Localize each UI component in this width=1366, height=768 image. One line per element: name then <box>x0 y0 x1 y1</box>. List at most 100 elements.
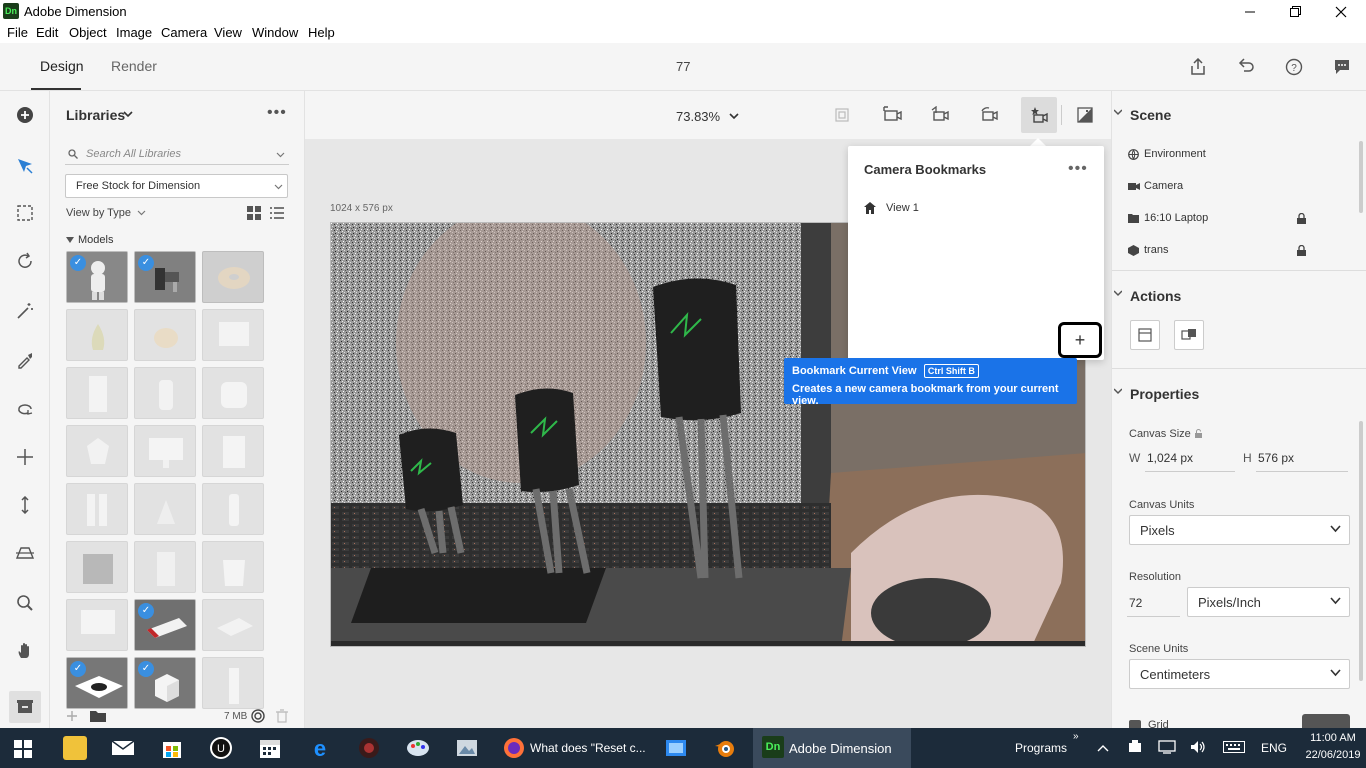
scene-units-select[interactable]: Centimeters <box>1129 659 1350 689</box>
chevron-down-icon[interactable] <box>729 113 739 120</box>
scene-item-environment[interactable]: Environment <box>1128 147 1308 163</box>
rotate-camera-icon[interactable] <box>13 397 37 421</box>
undo-icon[interactable] <box>1234 55 1258 79</box>
calendar-icon[interactable] <box>258 736 282 760</box>
model-thumbnail[interactable] <box>202 483 264 535</box>
firefox-icon[interactable] <box>502 736 526 760</box>
model-thumbnail[interactable]: ✓ <box>134 657 196 709</box>
help-icon[interactable]: ? <box>1282 55 1306 79</box>
model-thumbnail[interactable] <box>134 541 196 593</box>
image-viewer-icon[interactable] <box>455 736 479 760</box>
menu-view[interactable]: View <box>214 25 242 40</box>
programs-toolbar[interactable]: Programs <box>1015 741 1067 755</box>
caret-down-icon[interactable] <box>66 237 74 244</box>
scene-item-camera[interactable]: Camera <box>1128 179 1308 195</box>
model-thumbnail[interactable]: ✓ <box>134 251 196 303</box>
grid-toggle[interactable] <box>1302 714 1350 728</box>
menu-image[interactable]: Image <box>116 25 152 40</box>
model-thumbnail[interactable] <box>202 657 264 709</box>
model-thumbnail[interactable] <box>66 425 128 477</box>
close-button[interactable] <box>1318 0 1364 23</box>
scene-item-trans[interactable]: trans <box>1128 243 1308 259</box>
more-icon[interactable]: ••• <box>267 104 287 122</box>
model-thumbnail[interactable] <box>66 483 128 535</box>
model-thumbnail[interactable] <box>134 483 196 535</box>
grid-checkbox[interactable] <box>1129 720 1141 728</box>
language-indicator[interactable]: ENG <box>1261 741 1287 755</box>
tab-design[interactable]: Design <box>40 58 84 74</box>
menu-edit[interactable]: Edit <box>36 25 58 40</box>
double-chevron-icon[interactable]: » <box>1073 731 1079 742</box>
menu-help[interactable]: Help <box>308 25 335 40</box>
fit-canvas-icon[interactable] <box>1130 320 1160 350</box>
resolution-input[interactable]: 72 <box>1129 596 1142 610</box>
add-icon[interactable] <box>66 710 78 722</box>
more-icon[interactable]: ••• <box>1068 160 1088 178</box>
chevron-down-icon[interactable] <box>137 210 146 216</box>
add-bookmark-button[interactable]: + <box>1058 322 1102 358</box>
model-thumbnail[interactable] <box>202 367 264 419</box>
share-icon[interactable] <box>1186 55 1210 79</box>
canvas-units-select[interactable]: Pixels <box>1129 515 1350 545</box>
libraries-title[interactable]: Libraries <box>66 107 125 123</box>
zoom-icon[interactable] <box>13 591 37 615</box>
lock-icon[interactable] <box>1297 245 1306 256</box>
add-content-icon[interactable] <box>13 103 37 127</box>
usb-icon[interactable] <box>1127 740 1143 757</box>
bookmark-item[interactable]: View 1 <box>864 201 1084 219</box>
library-select[interactable]: Free Stock for Dimension <box>65 174 288 198</box>
show-hidden-icons[interactable] <box>1097 741 1109 755</box>
zoom-level[interactable]: 73.83% <box>676 109 720 124</box>
clock-date[interactable]: 22/06/2019 <box>1300 749 1366 761</box>
view-by-type[interactable]: View by Type <box>66 207 131 219</box>
model-thumbnail[interactable] <box>66 367 128 419</box>
chevron-down-icon[interactable] <box>123 111 133 119</box>
menu-file[interactable]: File <box>7 25 28 40</box>
library-search-input[interactable]: Search All Libraries <box>65 143 289 165</box>
windows-start-icon[interactable] <box>14 740 32 761</box>
magic-wand-icon[interactable] <box>13 299 37 323</box>
model-thumbnail[interactable]: ✓ <box>66 251 128 303</box>
unreal-engine-icon[interactable]: U <box>209 736 233 760</box>
panel-scrollbar[interactable] <box>1359 141 1363 213</box>
unlock-icon[interactable] <box>1195 429 1202 438</box>
scene-section-header[interactable]: Scene <box>1114 107 1171 123</box>
camera-transform-icon[interactable] <box>928 103 952 127</box>
model-thumbnail[interactable] <box>66 309 128 361</box>
lock-icon[interactable] <box>1297 213 1306 224</box>
edge-icon[interactable]: e <box>308 736 332 761</box>
scene-item-laptop[interactable]: 16:10 Laptop <box>1128 211 1308 227</box>
panel-toggle-icon[interactable] <box>9 691 41 723</box>
feedback-icon[interactable] <box>1330 55 1354 79</box>
match-image-icon[interactable] <box>1174 320 1204 350</box>
properties-section-header[interactable]: Properties <box>1114 386 1199 402</box>
dolly-camera-icon[interactable] <box>13 493 37 517</box>
camera-bookmarks-icon[interactable] <box>1021 97 1057 133</box>
model-thumbnail[interactable] <box>66 541 128 593</box>
remote-desktop-icon[interactable] <box>664 736 688 760</box>
hand-icon[interactable] <box>13 639 37 663</box>
clock-time[interactable]: 11:00 AM <box>1300 732 1366 744</box>
horizon-tool-icon[interactable] <box>13 541 37 565</box>
model-thumbnail[interactable] <box>202 309 264 361</box>
trash-icon[interactable] <box>276 709 288 723</box>
keyboard-icon[interactable] <box>1223 741 1245 756</box>
menu-camera[interactable]: Camera <box>161 25 207 40</box>
height-input[interactable]: 576 px <box>1258 451 1294 465</box>
model-thumbnail[interactable]: ✓ <box>66 657 128 709</box>
volume-icon[interactable] <box>1190 740 1206 757</box>
app-icon[interactable] <box>357 736 381 760</box>
cloud-sync-icon[interactable] <box>250 709 266 723</box>
model-thumbnail[interactable] <box>202 425 264 477</box>
grid-view-icon[interactable] <box>247 206 261 220</box>
model-thumbnail[interactable] <box>134 425 196 477</box>
blender-icon[interactable] <box>713 736 737 760</box>
sample-icon[interactable] <box>13 348 37 372</box>
folder-icon[interactable] <box>90 709 106 722</box>
frame-icon[interactable] <box>830 103 854 127</box>
file-explorer-icon[interactable] <box>63 736 87 760</box>
mail-icon[interactable] <box>111 736 135 760</box>
menu-object[interactable]: Object <box>69 25 107 40</box>
model-thumbnail[interactable] <box>202 251 264 303</box>
actions-section-header[interactable]: Actions <box>1114 288 1181 304</box>
